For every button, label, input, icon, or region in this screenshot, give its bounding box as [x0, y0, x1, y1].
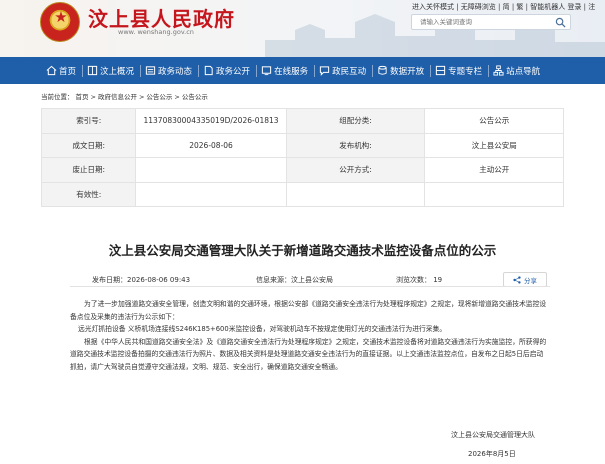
table-row: 废止日期: 公开方式: 主动公开	[40, 157, 564, 183]
nav-item-home[interactable]: 首页	[46, 57, 82, 84]
nav-divider	[488, 64, 490, 77]
publish-time: 发布日期：2026-08-06 09:43	[92, 276, 191, 284]
doc-icon	[204, 65, 213, 76]
breadcrumb-separator: >	[90, 93, 96, 101]
category-label: 组配分类:	[285, 108, 426, 134]
date-value: 2026-08-06	[135, 132, 287, 158]
public-value: 主动公开	[424, 157, 564, 183]
nav-item-data[interactable]: 数据开放	[377, 57, 430, 84]
nav-label: 汶上概况	[100, 66, 135, 77]
main-nav: 首页 汶上概况 政务动态 政务公开 在线服务 政民互动 数据开放 专题专栏 站点…	[0, 57, 605, 84]
site-header: ★ 汶上县人民政府 www. wenshang.gov.cn 进入关怀模式 | …	[0, 0, 605, 57]
nav-label: 专题专栏	[448, 66, 483, 77]
topic-icon	[435, 65, 446, 76]
nav-divider	[82, 64, 84, 77]
nav-item-service[interactable]: 在线服务	[261, 57, 314, 84]
signature-date: 2026年8月5日	[468, 450, 516, 458]
date-label: 成文日期:	[40, 132, 137, 158]
site-url: www. wenshang.gov.cn	[118, 28, 194, 36]
breadcrumb-item[interactable]: 政府信息公开	[98, 93, 137, 101]
breadcrumb-item[interactable]: 公告公示	[146, 93, 172, 101]
top-links[interactable]: 进入关怀模式 | 无障碍浏览 | 简 | 繁 | 智能机器人 登录 | 注	[412, 2, 595, 12]
news-icon	[145, 66, 156, 75]
nav-divider	[372, 64, 374, 77]
category-value: 公告公示	[424, 108, 564, 134]
article-paragraph: 为了进一步加强道路交通安全管理，创造文明和谐的交通环境，根据公安部《道路交通安全…	[70, 300, 547, 321]
issuer-label: 发布机构:	[285, 132, 426, 158]
data-icon	[378, 65, 387, 75]
nav-label: 首页	[59, 66, 77, 77]
table-row: 有效性:	[40, 181, 564, 207]
breadcrumb-label: 当前位置：	[41, 93, 74, 101]
validity-value	[135, 181, 287, 207]
search-box[interactable]	[411, 14, 571, 30]
view-count: 浏览次数： 19	[396, 276, 443, 284]
index-value: 11370830004335019D/2026-01813	[135, 108, 287, 134]
nav-label: 政务动态	[158, 66, 193, 77]
document-info-table: 索引号: 11370830004335019D/2026-01813 组配分类:…	[40, 108, 564, 207]
nav-item-topics[interactable]: 专题专栏	[435, 57, 488, 84]
breadcrumb-separator: >	[174, 93, 180, 101]
abolish-label: 废止日期:	[40, 157, 137, 183]
table-row: 成文日期: 2026-08-06 发布机构: 汶上县公安局	[40, 132, 564, 158]
national-emblem-icon: ★	[40, 2, 80, 42]
service-icon	[261, 66, 272, 76]
nav-divider	[314, 64, 316, 77]
breadcrumb-item[interactable]: 首页	[76, 93, 89, 101]
nav-divider	[256, 64, 258, 77]
issuer-value: 汶上县公安局	[424, 132, 564, 158]
index-label: 索引号:	[40, 108, 137, 134]
nav-label: 在线服务	[274, 66, 309, 77]
book-icon	[87, 65, 98, 76]
share-label: 分享	[524, 276, 537, 285]
empty-cell	[424, 181, 564, 207]
nav-item-overview[interactable]: 汶上概况	[87, 57, 140, 84]
signature-org: 汶上县公安局交通管理大队	[451, 431, 535, 439]
abolish-value	[135, 157, 287, 183]
table-row: 索引号: 11370830004335019D/2026-01813 组配分类:…	[40, 108, 564, 134]
search-input[interactable]	[412, 15, 542, 29]
article-paragraph: 远光灯抓拍设备 义桥机场连接线S246K185+600米监控设备，对驾驶机动车不…	[78, 325, 447, 333]
nav-divider	[198, 64, 200, 77]
article-title: 汶上县公安局交通管理大队关于新增道路交通技术监控设备点位的公示	[108, 243, 497, 258]
validity-label: 有效性:	[40, 181, 137, 207]
search-icon[interactable]	[555, 17, 566, 28]
breadcrumb-separator: >	[138, 93, 145, 101]
breadcrumb: 当前位置： 首页 > 政府信息公开 > 公告公示 > 公告公示	[41, 91, 210, 101]
info-source: 信息来源：汶上县公安局	[256, 276, 333, 284]
sitemap-icon	[493, 65, 504, 76]
nav-label: 数据开放	[390, 66, 425, 77]
chat-icon	[319, 66, 330, 76]
share-button[interactable]: 分享	[503, 272, 547, 287]
home-icon	[46, 65, 57, 76]
share-icon	[513, 275, 521, 284]
breadcrumb-item[interactable]: 公告公示	[182, 93, 208, 101]
nav-item-news[interactable]: 政务动态	[145, 57, 198, 84]
meta-divider	[70, 286, 550, 287]
nav-divider	[430, 64, 432, 77]
public-label: 公开方式:	[285, 157, 426, 183]
nav-divider	[140, 64, 142, 77]
nav-label: 政务公开	[216, 66, 251, 77]
nav-label: 政民互动	[332, 66, 367, 77]
article-paragraph: 根据《中华人民共和国道路交通安全法》及《道路交通安全违法行为处理程序规定》之规定…	[70, 337, 547, 371]
empty-cell	[285, 181, 426, 207]
article-meta: 发布日期：2026-08-06 09:43 信息来源：汶上县公安局 浏览次数： …	[0, 264, 605, 287]
nav-label: 站点导航	[506, 66, 541, 77]
nav-item-public[interactable]: 政务公开	[203, 57, 256, 84]
article-body: 为了进一步加强道路交通安全管理，创造文明和谐的交通环境，根据公安部《道路交通安全…	[70, 298, 550, 373]
nav-item-sitemap[interactable]: 站点导航	[493, 57, 546, 84]
nav-item-interaction[interactable]: 政民互动	[319, 57, 372, 84]
